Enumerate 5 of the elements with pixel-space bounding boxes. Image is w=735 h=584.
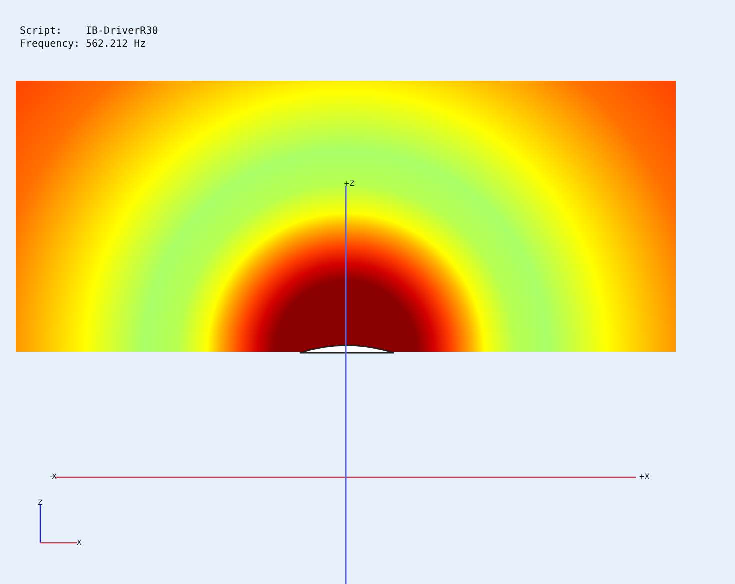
info-label: Script: — [20, 25, 64, 38]
info-label: Frequency: — [20, 38, 82, 51]
info-value: 562.212 Hz — [86, 38, 148, 51]
info-value: IB-DriverR30 — [86, 25, 158, 38]
axis-triad-drawing — [40, 504, 77, 544]
